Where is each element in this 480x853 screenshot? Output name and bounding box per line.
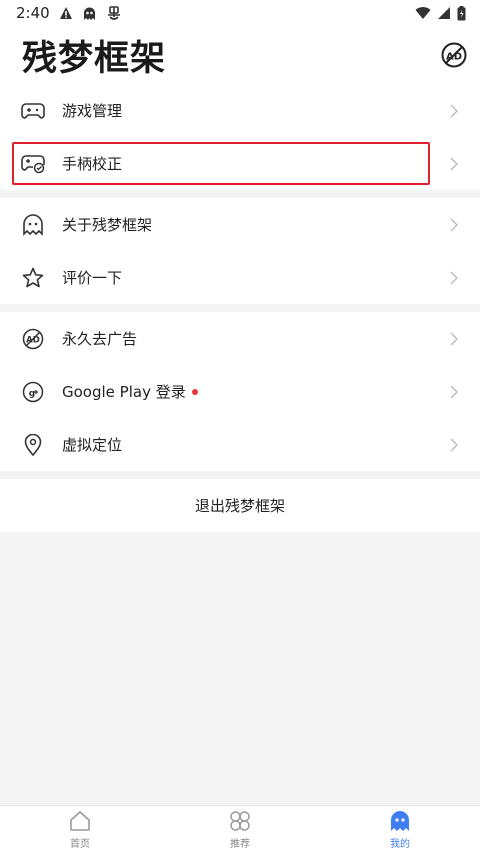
battery-icon	[457, 5, 466, 20]
menu-item-google-play-login[interactable]: g Google Play 登录	[0, 365, 480, 418]
clover-icon	[230, 811, 250, 831]
controller-calibrate-icon	[20, 151, 46, 177]
menu-item-label: 游戏管理	[62, 102, 123, 120]
wifi-icon	[415, 7, 431, 20]
menu-item-label: 评价一下	[62, 269, 123, 287]
chevron-right-icon	[450, 438, 458, 451]
header: 残梦框架 AD	[0, 26, 480, 84]
gamepad-icon	[20, 98, 46, 124]
warning-icon	[59, 7, 72, 19]
signal-icon	[438, 7, 450, 19]
chevron-right-icon	[450, 332, 458, 345]
chevron-right-icon	[450, 218, 458, 231]
notification-dot	[191, 388, 198, 395]
nav-label: 我的	[390, 839, 410, 850]
ghost-status-icon	[83, 7, 95, 20]
nav-tab-home[interactable]: 首页	[0, 806, 160, 853]
menu-item-label: 关于残梦框架	[62, 216, 153, 234]
section-divider	[0, 190, 480, 198]
menu-item-rate[interactable]: 评价一下	[0, 251, 480, 304]
svg-text:g: g	[29, 389, 35, 399]
section-game: 游戏管理 手柄校正	[0, 84, 480, 190]
nav-label: 首页	[70, 839, 90, 850]
remove-ads-button[interactable]: AD	[440, 41, 468, 69]
no-ad-icon: AD	[20, 326, 46, 352]
star-icon	[20, 265, 46, 291]
chevron-right-icon	[450, 271, 458, 284]
ghost-icon	[20, 212, 46, 238]
status-bar: 2:40	[0, 0, 480, 26]
nav-label: 推荐	[230, 839, 250, 850]
bug-status-icon	[107, 6, 120, 20]
menu-item-virtual-location[interactable]: 虚拟定位	[0, 418, 480, 471]
location-pin-icon	[20, 432, 46, 458]
menu-item-about[interactable]: 关于残梦框架	[0, 198, 480, 251]
nav-tab-recommend[interactable]: 推荐	[160, 806, 320, 853]
chevron-right-icon	[450, 104, 458, 117]
menu-item-remove-ads[interactable]: AD 永久去广告	[0, 312, 480, 365]
logout-button[interactable]: 退出残梦框架	[0, 479, 480, 532]
nav-tab-mine[interactable]: 我的	[320, 806, 480, 853]
menu-item-label: 虚拟定位	[62, 436, 123, 454]
chevron-right-icon	[450, 157, 458, 170]
ghost-icon	[391, 811, 409, 831]
section-about: 关于残梦框架 评价一下	[0, 198, 480, 304]
menu-item-controller-calibration[interactable]: 手柄校正	[0, 137, 480, 190]
chevron-right-icon	[450, 385, 458, 398]
home-icon	[70, 811, 90, 831]
section-divider	[0, 471, 480, 479]
menu-item-label: Google Play 登录	[62, 383, 186, 401]
menu-item-game-management[interactable]: 游戏管理	[0, 84, 480, 137]
status-time: 2:40	[16, 4, 50, 22]
top-area: 2:40 残梦框架 AD	[0, 0, 480, 84]
section-account: AD 永久去广告 g Google Play 登录 虚拟定位	[0, 312, 480, 471]
page-title: 残梦框架	[22, 38, 167, 79]
bottom-nav: 首页 推荐 我的	[0, 805, 480, 853]
menu-item-label-wrap: Google Play 登录	[62, 381, 448, 402]
google-plus-icon: g	[20, 379, 46, 405]
no-ad-icon: AD	[441, 42, 467, 68]
section-divider	[0, 304, 480, 312]
menu-item-label: 手柄校正	[62, 155, 123, 173]
menu-item-label: 永久去广告	[62, 330, 138, 348]
